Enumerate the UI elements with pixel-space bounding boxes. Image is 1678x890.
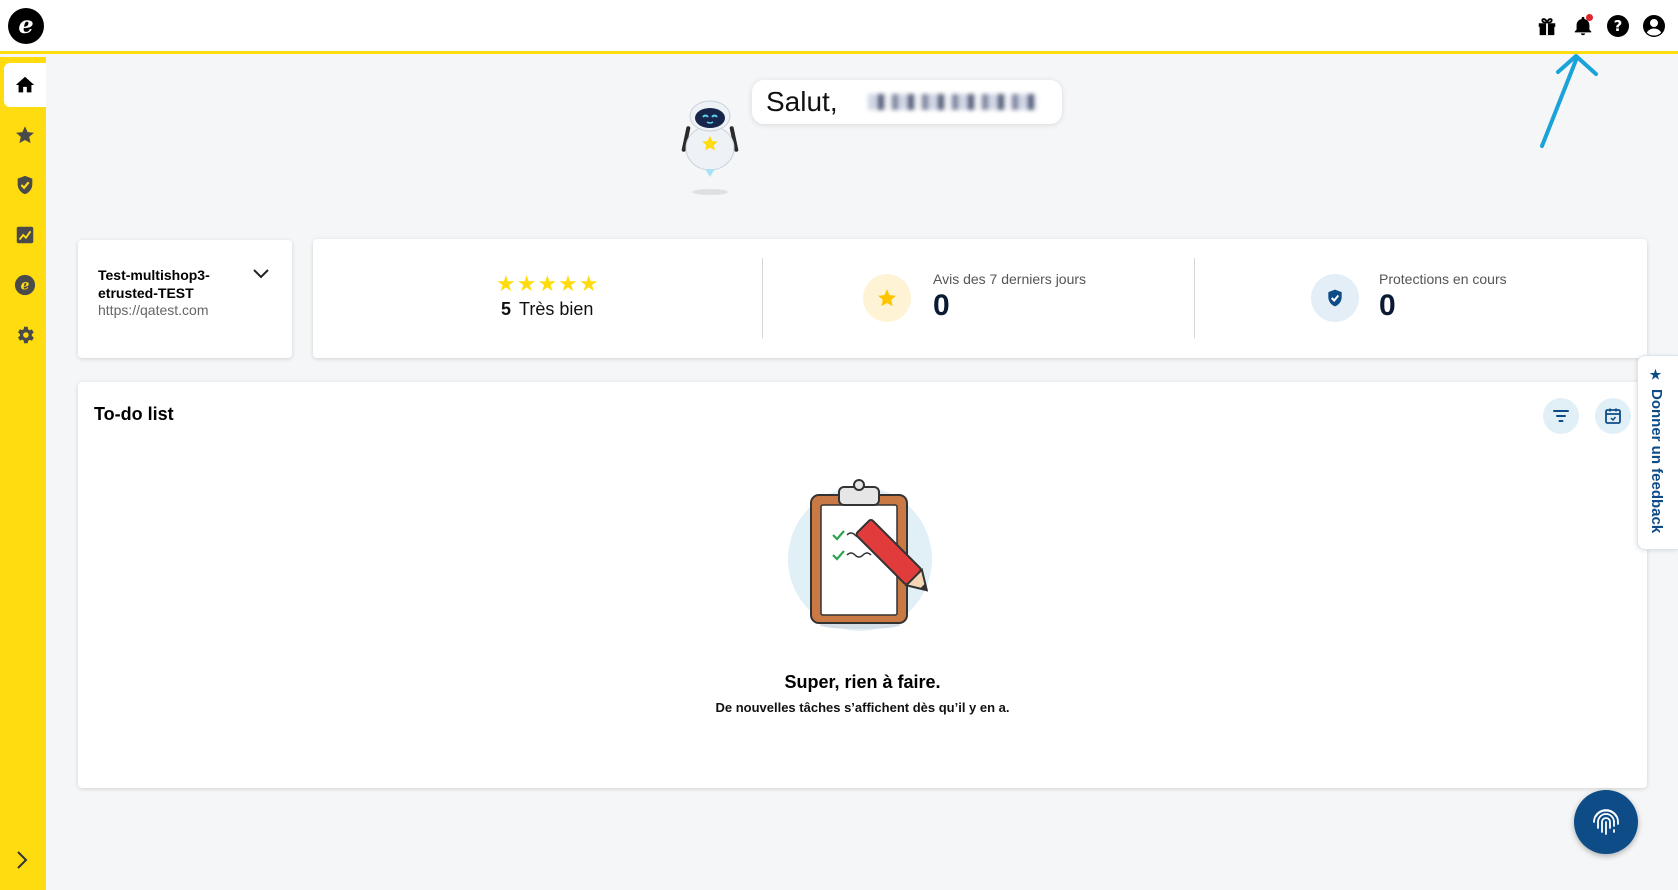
stats-panel: ★★★★★ 5 Très bien Avis des 7 derniers jou… bbox=[313, 239, 1647, 358]
rating-stars: ★★★★★ bbox=[496, 272, 600, 297]
svg-text:e: e bbox=[21, 278, 30, 294]
greeting-bubble: Salut, bbox=[752, 80, 1062, 124]
stats-divider bbox=[1194, 258, 1195, 338]
feedback-tab[interactable]: ★ Donner un feedback bbox=[1637, 355, 1678, 550]
gear-icon bbox=[18, 326, 34, 344]
etrusted-logo[interactable]: e bbox=[8, 8, 44, 44]
empty-state-subtitle: De nouvelles tâches s’affichent dès qu’i… bbox=[715, 700, 1010, 715]
analytics-icon bbox=[16, 226, 34, 244]
protections-shield-badge bbox=[1311, 274, 1359, 322]
shield-check-icon bbox=[17, 175, 33, 195]
chevron-right-icon bbox=[17, 851, 28, 869]
shop-selector[interactable]: Test-multishop3-etrusted-TEST https://qa… bbox=[78, 240, 292, 358]
reviews-label: Avis des 7 derniers jours bbox=[933, 271, 1087, 287]
bell-icon[interactable] bbox=[1569, 12, 1597, 40]
protections-label: Protections en cours bbox=[1379, 271, 1507, 287]
help-icon[interactable]: ? bbox=[1604, 12, 1632, 40]
account-icon[interactable] bbox=[1640, 12, 1668, 40]
filter-button[interactable] bbox=[1543, 398, 1579, 434]
reviews-count: 0 bbox=[933, 289, 950, 322]
todo-title: To-do list bbox=[94, 404, 174, 424]
home-icon bbox=[15, 76, 35, 93]
rating-label: Très bien bbox=[519, 299, 594, 319]
sidebar-item-etrusted[interactable]: e bbox=[4, 263, 46, 307]
fingerprint-icon bbox=[1593, 809, 1619, 835]
rating-summary: 5 Très bien bbox=[501, 299, 593, 320]
shield-check-icon bbox=[1328, 289, 1342, 307]
feedback-star-icon: ★ bbox=[1649, 368, 1664, 383]
empty-state-title: Super, rien à faire. bbox=[784, 672, 941, 692]
protections-count: 0 bbox=[1379, 289, 1396, 322]
redacted-username bbox=[867, 94, 1038, 110]
calendar-button[interactable] bbox=[1595, 398, 1631, 434]
calendar-icon bbox=[1605, 408, 1621, 424]
top-bar: e ? bbox=[0, 0, 1678, 54]
shop-name: Test-multishop3-etrusted-TEST bbox=[98, 267, 210, 301]
sidebar-item-protection[interactable] bbox=[4, 163, 46, 207]
feedback-content: ★ Donner un feedback bbox=[1648, 368, 1665, 533]
filter-icon bbox=[1553, 410, 1569, 422]
sidebar-item-reviews[interactable] bbox=[4, 113, 46, 157]
rating-value: 5 bbox=[501, 299, 512, 319]
todo-list-panel: To-do list Super, rien à faire. De nouve… bbox=[78, 382, 1647, 788]
fingerprint-assistant-button[interactable] bbox=[1574, 790, 1638, 854]
sidebar-item-analytics[interactable] bbox=[4, 213, 46, 257]
reviews-star-badge bbox=[863, 274, 911, 322]
greeting-text: Salut, bbox=[766, 86, 838, 117]
shop-url: https://qatest.com bbox=[98, 302, 209, 318]
sidebar-item-home[interactable] bbox=[4, 63, 46, 107]
star-icon bbox=[16, 126, 34, 144]
clipboard-illustration bbox=[788, 479, 932, 631]
feedback-label: Donner un feedback bbox=[1648, 389, 1665, 534]
chevron-down-icon bbox=[253, 269, 269, 279]
sidebar: e bbox=[0, 57, 46, 890]
star-icon bbox=[878, 289, 896, 307]
sidebar-item-settings[interactable] bbox=[4, 313, 46, 357]
stats-divider bbox=[762, 258, 763, 338]
etrusted-logo-icon: e bbox=[14, 274, 36, 296]
sidebar-expand-button[interactable] bbox=[10, 848, 34, 872]
gift-icon[interactable] bbox=[1533, 12, 1561, 40]
robot-mascot-illustration bbox=[681, 100, 739, 195]
annotation-arrow bbox=[1540, 54, 1598, 148]
help-glyph: ? bbox=[1607, 15, 1629, 37]
notification-dot bbox=[1586, 14, 1593, 21]
